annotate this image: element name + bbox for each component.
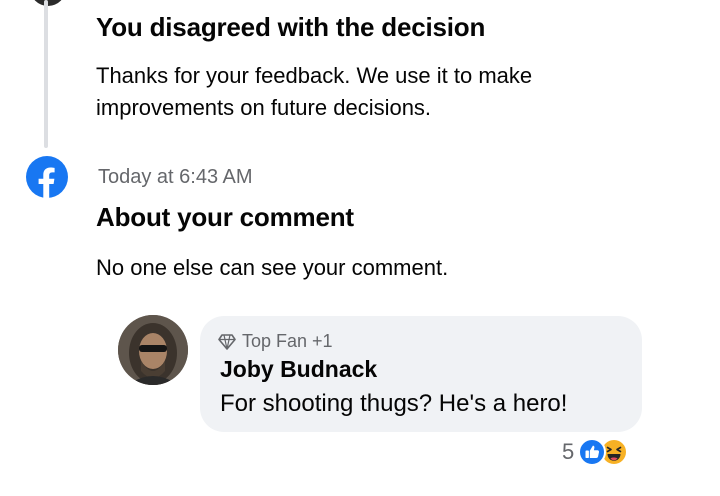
decision-title: You disagreed with the decision bbox=[96, 12, 486, 42]
comment-notice-body: No one else can see your comment. bbox=[96, 255, 449, 280]
timeline-connector bbox=[44, 0, 48, 148]
facebook-icon bbox=[26, 156, 68, 198]
previous-avatar-edge bbox=[30, 0, 66, 6]
comment-author[interactable]: Joby Budnack bbox=[220, 356, 377, 383]
commenter-avatar[interactable] bbox=[118, 315, 188, 385]
reaction-count: 5 bbox=[562, 439, 575, 464]
badge-label: Top Fan +1 bbox=[242, 331, 333, 351]
reaction-summary[interactable]: 5 bbox=[562, 438, 629, 466]
notification-timestamp: Today at 6:43 AM bbox=[98, 166, 253, 188]
decision-body: Thanks for your feedback. We use it to m… bbox=[96, 63, 533, 120]
top-fan-badge: Top Fan +1 bbox=[218, 331, 333, 352]
comment-text: For shooting thugs? He's a hero! bbox=[220, 390, 568, 417]
diamond-icon bbox=[218, 333, 236, 350]
comment-notice-title: About your comment bbox=[96, 202, 354, 232]
like-icon bbox=[578, 438, 607, 466]
